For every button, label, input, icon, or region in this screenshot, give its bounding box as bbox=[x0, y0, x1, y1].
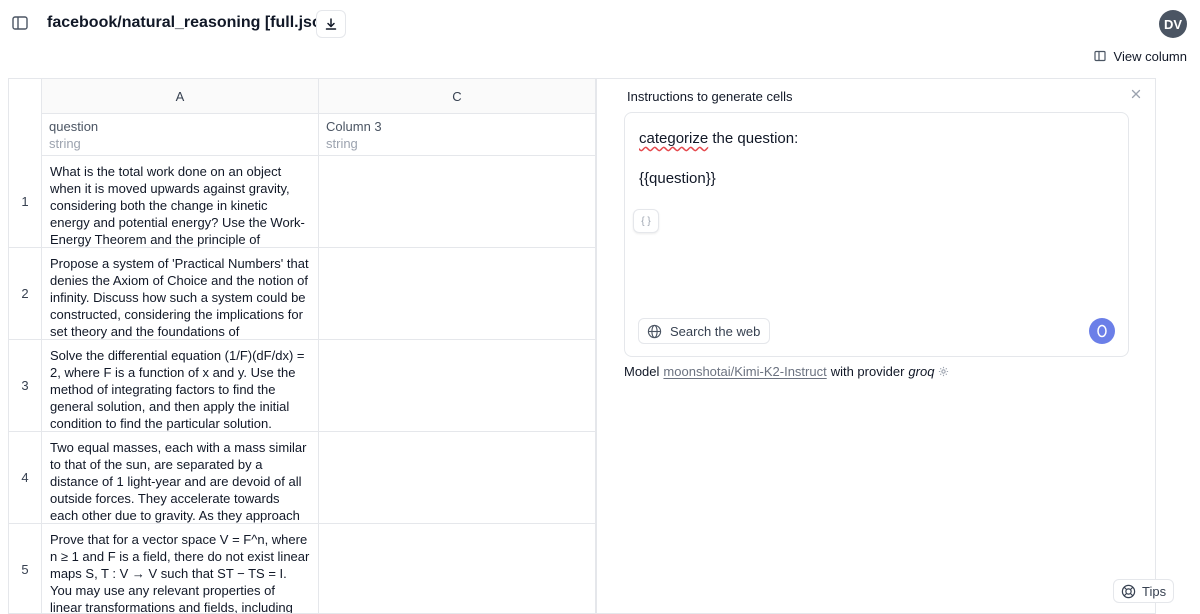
view-column-button[interactable]: View column bbox=[1093, 48, 1187, 64]
question-cell[interactable]: Two equal masses, each with a mass simil… bbox=[42, 432, 319, 523]
column-type: string bbox=[49, 136, 81, 151]
download-icon bbox=[325, 18, 337, 30]
row-number: 2 bbox=[9, 248, 42, 339]
model-link[interactable]: moonshotai/Kimi-K2-Instruct bbox=[663, 364, 826, 379]
question-cell[interactable]: Prove that for a vector space V = F^n, w… bbox=[42, 524, 319, 613]
sidebar-toggle-icon[interactable] bbox=[11, 14, 29, 32]
globe-icon bbox=[647, 324, 662, 338]
view-column-label: View column bbox=[1113, 48, 1187, 64]
prompt-text[interactable]: categorize the question: bbox=[639, 129, 798, 149]
column-3-cell[interactable] bbox=[319, 156, 596, 247]
question-cell[interactable]: What is the total work done on an object… bbox=[42, 156, 319, 247]
settings-gear-icon[interactable] bbox=[938, 366, 949, 377]
column-3-cell[interactable] bbox=[319, 432, 596, 523]
user-avatar[interactable]: DV bbox=[1159, 10, 1187, 38]
question-cell[interactable]: Solve the differential equation (1/F)(dF… bbox=[42, 340, 319, 431]
table-row: 3 Solve the differential equation (1/F)(… bbox=[9, 340, 596, 432]
lifebuoy-icon bbox=[1121, 584, 1136, 598]
prompt-word: categorize bbox=[639, 130, 709, 147]
close-icon[interactable] bbox=[1129, 87, 1143, 101]
columns-icon bbox=[1093, 50, 1106, 62]
dataset-title: facebook/natural_reasoning [full.jsonl] bbox=[47, 14, 342, 31]
app-header: facebook/natural_reasoning [full.jsonl] … bbox=[0, 0, 1200, 48]
table-row: 5 Prove that for a vector space V = F^n,… bbox=[9, 524, 596, 613]
row-number: 5 bbox=[9, 524, 42, 613]
column-3-cell[interactable] bbox=[319, 524, 596, 613]
column-header-c[interactable]: C bbox=[319, 79, 596, 114]
column-type: string bbox=[326, 136, 358, 151]
model-info: Model moonshotai/Kimi-K2-Instruct with p… bbox=[624, 364, 949, 379]
search-web-label: Search the web bbox=[670, 323, 761, 339]
instructions-panel: Instructions to generate cells categoriz… bbox=[596, 78, 1156, 614]
download-button[interactable] bbox=[316, 10, 346, 38]
table-row: 1 What is the total work done on an obje… bbox=[9, 156, 596, 248]
tips-button[interactable]: Tips bbox=[1113, 579, 1175, 603]
row-number: 1 bbox=[9, 156, 42, 247]
generate-button[interactable] bbox=[1089, 318, 1115, 344]
prompt-editor[interactable]: categorize the question: {{question}} { … bbox=[624, 112, 1129, 357]
prompt-variable[interactable]: {{question}} bbox=[639, 170, 716, 187]
column-3-cell[interactable] bbox=[319, 340, 596, 431]
table-row: 2 Propose a system of 'Practical Numbers… bbox=[9, 248, 596, 340]
provider-name: groq bbox=[908, 364, 935, 379]
column-meta-question[interactable]: question string bbox=[42, 114, 319, 156]
tips-label: Tips bbox=[1142, 583, 1167, 599]
table-row: 4 Two equal masses, each with a mass sim… bbox=[9, 432, 596, 524]
send-icon bbox=[1097, 324, 1107, 338]
column-header-a[interactable]: A bbox=[42, 79, 319, 114]
question-cell[interactable]: Propose a system of 'Practical Numbers' … bbox=[42, 248, 319, 339]
column-meta-column-3[interactable]: Column 3 string bbox=[319, 114, 596, 156]
panel-title: Instructions to generate cells bbox=[627, 89, 793, 104]
column-3-cell[interactable] bbox=[319, 248, 596, 339]
provider-prefix: with provider bbox=[830, 364, 905, 379]
insert-variable-button[interactable]: { } bbox=[633, 209, 659, 233]
column-name: question bbox=[49, 119, 99, 134]
search-web-button[interactable]: Search the web bbox=[638, 318, 771, 344]
column-name: Column 3 bbox=[326, 119, 382, 134]
row-number: 3 bbox=[9, 340, 42, 431]
prompt-rest: the question: bbox=[708, 130, 799, 147]
model-prefix: Model bbox=[624, 364, 660, 379]
data-table: A C question string Column 3 string 1 Wh… bbox=[8, 78, 596, 614]
row-number: 4 bbox=[9, 432, 42, 523]
